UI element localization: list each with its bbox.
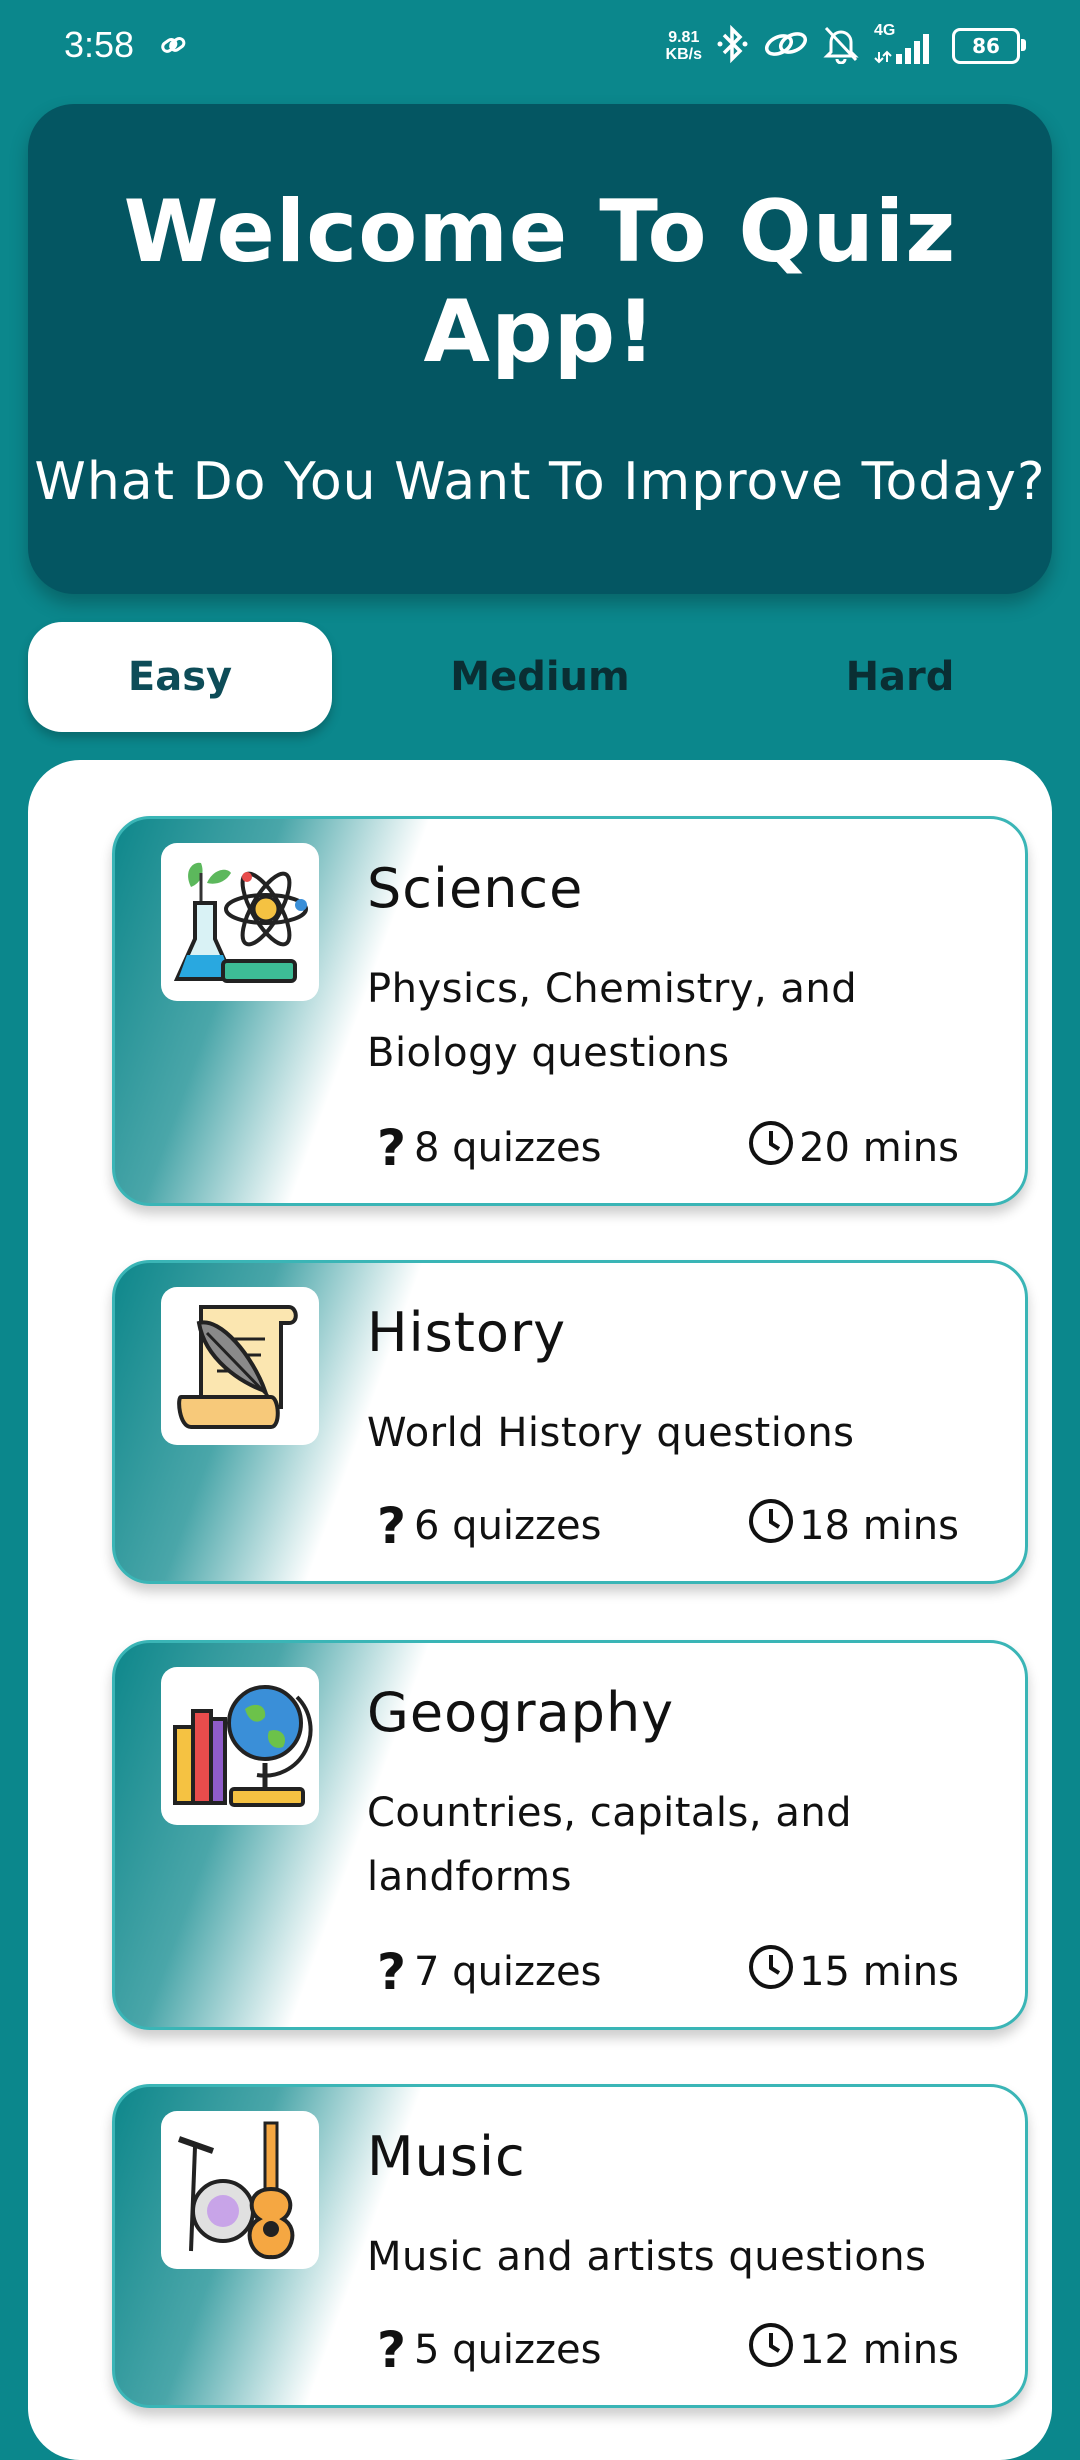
category-card-music[interactable]: Music Music and artists questions ? 5 qu…: [112, 2084, 1028, 2408]
welcome-title: Welcome To Quiz App!: [123, 182, 957, 382]
quiz-duration: 20 mins: [747, 1119, 959, 1177]
card-title: Music: [367, 2125, 526, 2188]
clock-icon: [747, 1119, 795, 1177]
network-speed-value: 9.81: [668, 29, 700, 46]
globe-books-icon: [161, 1667, 319, 1825]
history-scroll-icon: [161, 1287, 319, 1445]
status-time: 3:58: [64, 24, 135, 65]
guitar-drum-icon: [161, 2111, 319, 2269]
quiz-duration: 15 mins: [747, 1943, 959, 2001]
quiz-duration: 12 mins: [747, 2321, 959, 2379]
card-title: History: [367, 1301, 567, 1364]
duration-label: 20 mins: [799, 1125, 959, 1171]
quiz-duration: 18 mins: [747, 1497, 959, 1555]
network-speed-unit: KB/s: [665, 46, 702, 63]
category-card-geography[interactable]: Geography Countries, capitals, and landf…: [112, 1640, 1028, 2030]
card-title: Science: [367, 857, 584, 920]
quiz-count: ? 7 quizzes: [377, 1943, 601, 2001]
difficulty-tabs: Easy Medium Hard: [28, 622, 1052, 734]
muted-bell-icon: [822, 24, 860, 68]
tab-easy[interactable]: Easy: [28, 622, 332, 732]
welcome-subtitle: What Do You Want To Improve Today?: [34, 452, 1046, 512]
duration-label: 18 mins: [799, 1503, 959, 1549]
battery-indicator: 86: [952, 28, 1026, 64]
quiz-count-label: 8 quizzes: [414, 1125, 602, 1171]
question-mark-icon: ?: [377, 1943, 407, 2001]
science-icon: [161, 843, 319, 1001]
card-description: World History questions: [367, 1410, 855, 1456]
clock-icon: [747, 1497, 795, 1555]
network-speed: 9.81 KB/s: [666, 29, 702, 63]
card-title: Geography: [367, 1681, 675, 1744]
duration-label: 12 mins: [799, 2327, 959, 2373]
quiz-category-list: Science Physics, Chemistry, and Biology …: [28, 760, 1052, 2460]
quiz-count-label: 6 quizzes: [414, 1503, 602, 1549]
quiz-count: ? 6 quizzes: [377, 1497, 601, 1555]
bluetooth-icon: [716, 24, 750, 68]
tab-hard[interactable]: Hard: [748, 622, 1052, 732]
battery-level: 86: [972, 34, 1000, 58]
question-mark-icon: ?: [377, 1497, 407, 1555]
question-mark-icon: ?: [377, 2321, 407, 2379]
clock-icon: [747, 1943, 795, 2001]
signal-icon: 4G: [874, 22, 938, 66]
question-mark-icon: ?: [377, 1119, 407, 1177]
link-icon: [160, 32, 186, 62]
category-card-history[interactable]: History World History questions ? 6 quiz…: [112, 1260, 1028, 1584]
status-bar: 3:58 9.81 KB/s 4G 86: [0, 0, 1080, 96]
welcome-banner: Welcome To Quiz App! What Do You Want To…: [28, 104, 1052, 594]
quiz-count-label: 5 quizzes: [414, 2327, 602, 2373]
category-card-science[interactable]: Science Physics, Chemistry, and Biology …: [112, 816, 1028, 1206]
quiz-count: ? 5 quizzes: [377, 2321, 601, 2379]
card-description: Music and artists questions: [367, 2234, 927, 2280]
tab-medium[interactable]: Medium: [388, 622, 692, 732]
hotspot-link-icon: [764, 27, 808, 65]
quiz-count-label: 7 quizzes: [414, 1949, 602, 1995]
card-description: Physics, Chemistry, and Biology question…: [367, 966, 858, 1076]
card-description: Countries, capitals, and landforms: [367, 1790, 853, 1900]
clock-icon: [747, 2321, 795, 2379]
duration-label: 15 mins: [799, 1949, 959, 1995]
quiz-count: ? 8 quizzes: [377, 1119, 601, 1177]
